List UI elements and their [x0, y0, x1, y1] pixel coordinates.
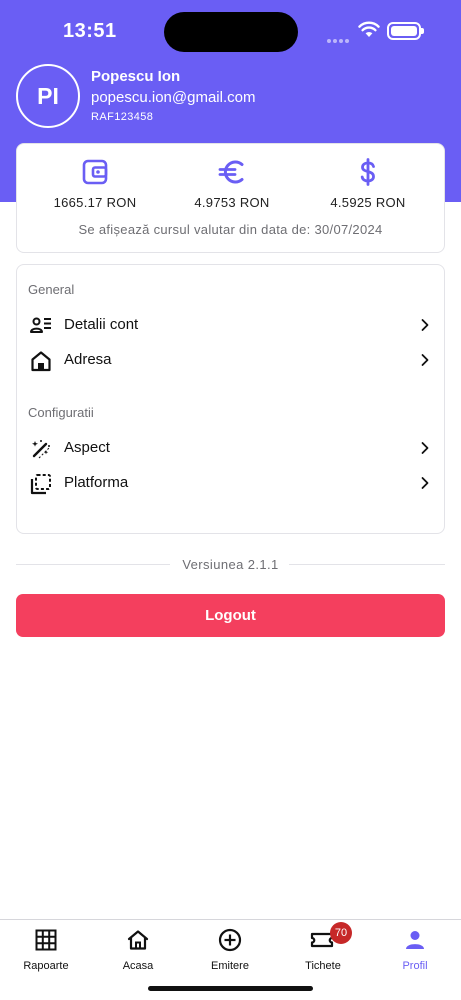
- version-row: Versiunea 2.1.1: [16, 556, 445, 574]
- balance-value: 1665.17 RON: [53, 195, 137, 210]
- home-indicator: [148, 986, 313, 991]
- section-title-general: General: [28, 282, 75, 297]
- menu-item-label: Detalii cont: [64, 316, 139, 333]
- tab-label: Tichete: [305, 960, 341, 972]
- tab-label: Acasa: [122, 960, 154, 972]
- eur-rate-value: 4.9753 RON: [194, 195, 270, 210]
- menu-item-appearance[interactable]: Aspect: [17, 431, 444, 465]
- account-details-icon: [30, 317, 51, 333]
- usd-rate-value: 4.5925 RON: [330, 195, 406, 210]
- avatar[interactable]: PI: [16, 64, 80, 128]
- tab-home[interactable]: Acasa: [92, 928, 184, 972]
- logout-button[interactable]: Logout: [16, 594, 445, 637]
- tab-reports[interactable]: Rapoarte: [0, 928, 92, 972]
- platform-icon: [30, 474, 51, 495]
- appearance-icon: [32, 440, 51, 459]
- divider: [289, 564, 445, 565]
- usd-rate-item: 4.5925 RON: [298, 158, 438, 210]
- status-time: 13:51: [63, 20, 117, 42]
- wallet-icon: [82, 159, 108, 185]
- status-bar: 13:51: [0, 0, 461, 62]
- tab-label: Rapoarte: [23, 960, 69, 972]
- avatar-initials: PI: [37, 82, 59, 109]
- tab-issue[interactable]: Emitere: [184, 928, 276, 972]
- dynamic-island: [164, 12, 298, 52]
- tab-tickets[interactable]: 70 Tichete: [277, 922, 369, 972]
- settings-menu-card: General Detalii cont Adresa Configuratii: [16, 264, 445, 534]
- menu-item-label: Platforma: [64, 474, 129, 491]
- section-title-configurations: Configuratii: [28, 405, 94, 420]
- chevron-right-icon: [421, 442, 429, 454]
- menu-item-label: Aspect: [64, 439, 110, 456]
- tab-label: Profil: [402, 960, 428, 972]
- menu-item-label: Adresa: [64, 351, 112, 368]
- tab-label: Emitere: [211, 960, 249, 972]
- plus-circle-icon: [218, 928, 242, 952]
- battery-icon: [387, 22, 424, 40]
- menu-item-address[interactable]: Adresa: [17, 343, 444, 377]
- balance-item: 1665.17 RON: [25, 158, 165, 210]
- menu-item-account-details[interactable]: Detalii cont: [17, 308, 444, 342]
- currency-card: 1665.17 RON 4.9753 RON 4.5925 RON Se afi…: [16, 143, 445, 253]
- chevron-right-icon: [421, 354, 429, 366]
- exchange-rate-note: Se afișează cursul valutar din data de: …: [78, 222, 383, 237]
- eur-rate-item: 4.9753 RON: [162, 158, 302, 210]
- wifi-icon: [358, 21, 380, 37]
- user-email: popescu.ion@gmail.com: [91, 89, 256, 106]
- grid-icon: [35, 929, 57, 951]
- chevron-right-icon: [421, 477, 429, 489]
- menu-item-platform[interactable]: Platforma: [17, 466, 444, 500]
- euro-icon: [218, 160, 244, 184]
- chevron-right-icon: [421, 319, 429, 331]
- home-icon: [127, 930, 149, 950]
- house-icon: [31, 351, 51, 372]
- dollar-icon: [360, 158, 375, 186]
- tab-profile[interactable]: Profil: [369, 928, 461, 972]
- user-code: RAF123458: [91, 111, 154, 123]
- tickets-count-badge: 70: [330, 922, 352, 944]
- person-icon: [406, 931, 424, 949]
- user-name: Popescu Ion: [91, 68, 181, 85]
- cellular-signal-icon: [327, 30, 353, 43]
